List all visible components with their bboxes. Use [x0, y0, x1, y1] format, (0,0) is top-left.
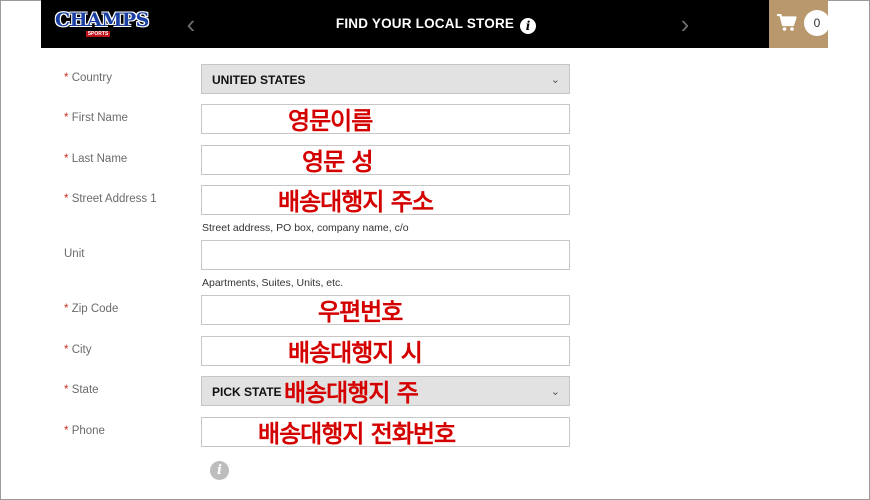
last-name-label-text: Last Name [71, 153, 128, 165]
city-annotation: 배송대행지 시 [288, 339, 423, 367]
zip-code-annotation: 우편번호 [318, 298, 403, 326]
country-label: * Country [64, 71, 112, 85]
phone-label-text: Phone [71, 425, 105, 437]
unit-label: Unit [64, 247, 84, 261]
required-marker: * [64, 112, 69, 124]
street-address-label-text: Street Address 1 [71, 193, 157, 205]
street-address-hint: Street address, PO box, company name, c/… [202, 222, 409, 234]
city-label: * City [64, 343, 92, 357]
phone-annotation: 배송대행지 전화번호 [258, 420, 456, 448]
city-label-text: City [71, 344, 92, 356]
required-marker: * [64, 344, 69, 356]
chevron-right-icon[interactable]: › [675, 10, 695, 38]
cart-button[interactable]: 0 [769, 0, 830, 48]
required-marker: * [64, 303, 69, 315]
site-header: CHAMPS SPORTS ‹ FIND YOUR LOCAL STORE i ›… [41, 0, 830, 48]
street-address-annotation: 배송대행지 주소 [278, 188, 434, 216]
required-marker: * [64, 153, 69, 165]
last-name-label: * Last Name [64, 152, 127, 166]
first-name-label: * First Name [64, 111, 128, 125]
phone-label: * Phone [64, 424, 105, 438]
chevron-left-icon[interactable]: ‹ [181, 10, 201, 38]
last-name-annotation: 영문 성 [302, 148, 374, 176]
state-annotation: 배송대행지 주 [284, 379, 419, 407]
info-icon[interactable]: i [520, 18, 537, 34]
state-label-text: State [71, 384, 99, 396]
country-label-text: Country [71, 72, 112, 84]
city-input[interactable]: 배송대행지 시 [201, 336, 570, 367]
unit-label-text: Unit [64, 248, 85, 260]
country-select[interactable]: UNITED STATES ⌄ [201, 64, 570, 94]
required-marker: * [64, 72, 69, 84]
logo-wordmark: CHAMPS [55, 9, 149, 31]
phone-input[interactable]: 배송대행지 전화번호 [201, 417, 570, 448]
required-marker: * [64, 193, 69, 205]
required-marker: * [64, 425, 69, 437]
page-title: FIND YOUR LOCAL STORE i [211, 14, 661, 34]
first-name-label-text: First Name [71, 112, 128, 124]
first-name-input[interactable]: 영문이름 [201, 104, 570, 135]
unit-input[interactable] [201, 240, 570, 270]
page-title-text: FIND YOUR LOCAL STORE [335, 16, 515, 31]
chevron-down-icon: ⌄ [550, 74, 560, 86]
country-select-value: UNITED STATES [212, 73, 306, 87]
street-address-input[interactable]: 배송대행지 주소 [201, 185, 570, 216]
state-label: * State [64, 383, 99, 397]
zip-code-label: * Zip Code [64, 302, 118, 316]
chevron-down-icon: ⌄ [550, 386, 560, 398]
shopping-cart-icon [777, 14, 797, 31]
last-name-input[interactable]: 영문 성 [201, 145, 570, 176]
state-select-value: PICK STATE [212, 385, 282, 399]
info-icon[interactable]: i [210, 461, 229, 480]
logo-subtext: SPORTS [86, 31, 110, 37]
cart-count-badge: 0 [804, 10, 830, 36]
street-address-label: * Street Address 1 [64, 192, 157, 206]
first-name-annotation: 영문이름 [288, 107, 373, 135]
unit-hint: Apartments, Suites, Units, etc. [202, 277, 344, 289]
required-marker: * [64, 384, 69, 396]
zip-code-input[interactable]: 우편번호 [201, 295, 570, 326]
zip-code-label-text: Zip Code [71, 303, 119, 315]
state-select[interactable]: PICK STATE 배송대행지 주 ⌄ [201, 376, 570, 407]
champs-logo[interactable]: CHAMPS SPORTS [55, 9, 149, 39]
